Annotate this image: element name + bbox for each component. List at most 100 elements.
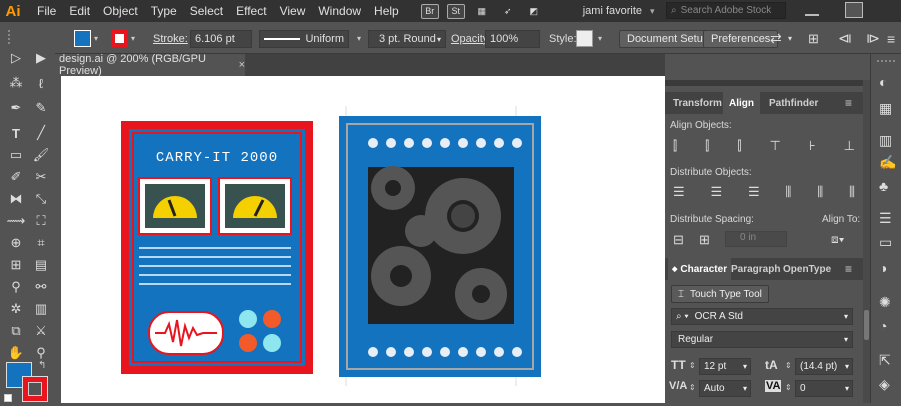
- curvature-tool-icon[interactable]: ✎: [30, 97, 52, 119]
- stroke-label[interactable]: Stroke:: [153, 30, 188, 47]
- brushes-icon[interactable]: ✍: [879, 154, 896, 171]
- gradient-tool-icon[interactable]: ▤: [30, 254, 52, 276]
- panel-menu-icon[interactable]: ≡: [887, 30, 895, 47]
- touch-type-tool-button[interactable]: ⌶ Touch Type Tool: [671, 285, 769, 303]
- selection-tool-icon[interactable]: ▷: [5, 47, 27, 69]
- swap-colors-icon[interactable]: ↰: [38, 360, 46, 371]
- tab-pathfinder[interactable]: Pathfinder: [769, 92, 818, 114]
- menu-type[interactable]: Type: [151, 4, 177, 18]
- swatches-icon[interactable]: ▥: [879, 132, 892, 149]
- dist-v-center-icon[interactable]: ☰: [710, 184, 722, 200]
- rectangle-tool-icon[interactable]: ▭: [5, 144, 27, 166]
- menu-help[interactable]: Help: [374, 4, 399, 18]
- stock-button[interactable]: St: [446, 3, 465, 19]
- direct-selection-tool-icon[interactable]: ▶: [30, 47, 52, 69]
- leading-input[interactable]: (14.4 pt) ▾: [795, 358, 853, 375]
- chevron-down-icon[interactable]: ▾: [357, 30, 361, 47]
- pen-tool-icon[interactable]: ✒: [5, 97, 27, 119]
- chevron-down-icon[interactable]: ▾: [598, 30, 602, 47]
- dist-space-h-icon[interactable]: ⊞: [699, 232, 710, 248]
- menu-file[interactable]: File: [37, 4, 56, 18]
- magic-wand-icon[interactable]: ⁂: [5, 72, 27, 94]
- type-tool-icon[interactable]: T: [5, 122, 27, 144]
- bridge-button[interactable]: Br: [420, 3, 439, 19]
- font-size-input[interactable]: 12 pt ▾: [699, 358, 751, 375]
- align-icon[interactable]: ⊞: [808, 30, 819, 47]
- column-graph-icon[interactable]: ▥: [30, 298, 52, 320]
- gear-card[interactable]: [339, 116, 541, 377]
- default-colors-icon[interactable]: [4, 394, 12, 402]
- align-bottom-icon[interactable]: ⊥: [844, 138, 855, 154]
- menu-edit[interactable]: Edit: [69, 4, 90, 18]
- artboard-canvas[interactable]: CARRY-IT 2000: [61, 76, 665, 403]
- dist-space-v-icon[interactable]: ⊟: [673, 232, 684, 248]
- stroke-icon[interactable]: ☰: [879, 210, 892, 227]
- panel-menu-icon[interactable]: ≡: [845, 92, 852, 114]
- align-to-dropdown-icon[interactable]: ⧈▾: [831, 232, 845, 247]
- chevron-down-icon[interactable]: ▾: [650, 6, 655, 17]
- menu-effect[interactable]: Effect: [236, 4, 266, 18]
- lasso-icon[interactable]: ℓ: [30, 72, 52, 94]
- restore-icon[interactable]: [845, 2, 863, 18]
- symbol-sprayer-icon[interactable]: ✲: [5, 298, 27, 320]
- dist-top-icon[interactable]: ☰: [673, 184, 685, 200]
- variable-width-profile[interactable]: Uniform: [259, 30, 349, 48]
- menu-view[interactable]: View: [280, 4, 306, 18]
- eyedropper-icon[interactable]: ⚲: [5, 276, 27, 298]
- panel-scrollbar[interactable]: [863, 80, 870, 403]
- align-left-icon[interactable]: ⫿: [673, 138, 677, 154]
- free-transform-icon[interactable]: ⛶: [30, 210, 52, 232]
- menu-object[interactable]: Object: [103, 4, 138, 18]
- chevron-down-icon[interactable]: ▾: [131, 30, 135, 47]
- width-tool-icon[interactable]: ⟿: [5, 210, 27, 232]
- color-guide-icon[interactable]: ▦: [879, 100, 892, 117]
- symbols-icon[interactable]: ♣: [879, 178, 888, 194]
- scale-tool-icon[interactable]: ⤡: [30, 188, 52, 210]
- chevron-down-icon[interactable]: ▾: [94, 30, 98, 47]
- tab-character[interactable]: ◆ Character: [668, 258, 732, 280]
- graphic-style-swatch[interactable]: [576, 30, 593, 47]
- stepper-icon[interactable]: ⇕: [785, 383, 792, 392]
- dist-left-icon[interactable]: ⫼: [785, 184, 791, 200]
- font-style-select[interactable]: Regular ▾: [671, 331, 853, 348]
- tracking-input[interactable]: 0 ▾: [795, 380, 853, 397]
- dist-bottom-icon[interactable]: ☰: [748, 184, 760, 200]
- align-center-icon[interactable]: ⧐: [866, 30, 880, 47]
- feather-icon[interactable]: ➶: [499, 4, 517, 19]
- blend-tool-icon[interactable]: ⚯: [30, 276, 52, 298]
- mesh-tool-icon[interactable]: ⊞: [5, 254, 27, 276]
- tab-opentype[interactable]: OpenType: [783, 258, 831, 280]
- gradient-icon[interactable]: ▭: [879, 234, 892, 251]
- graphic-styles-icon[interactable]: ◔: [879, 318, 887, 334]
- appearance-icon[interactable]: ✺: [879, 294, 891, 311]
- align-h-center-icon[interactable]: ⫿: [705, 138, 709, 154]
- kerning-input[interactable]: Auto ▾: [699, 380, 751, 397]
- dist-right-icon[interactable]: ⫼: [849, 184, 855, 200]
- perspective-grid-icon[interactable]: ⌗: [30, 232, 52, 254]
- align-top-icon[interactable]: ⊤: [770, 138, 781, 154]
- align-left-icon[interactable]: ⧏: [838, 30, 852, 47]
- close-tab-icon[interactable]: ×: [239, 59, 245, 71]
- stroke-weight-input[interactable]: 6.106 pt: [190, 30, 252, 48]
- export-icon[interactable]: ⇱: [879, 352, 891, 369]
- search-stock-input[interactable]: ⌕ Search Adobe Stock: [666, 2, 786, 19]
- align-right-icon[interactable]: ⫿: [737, 138, 741, 154]
- brush-definition[interactable]: 3 pt. Round ▾: [368, 30, 446, 48]
- gpu-icon[interactable]: ◩: [525, 4, 543, 19]
- opacity-input[interactable]: 100%: [485, 30, 540, 48]
- stroke-swatch[interactable]: [111, 30, 128, 47]
- workspace-switcher[interactable]: jami favorite: [583, 5, 642, 17]
- font-family-select[interactable]: ⌕ ▾ OCR A Std ▾: [671, 308, 853, 325]
- minimize-icon[interactable]: [805, 4, 819, 16]
- shaper-tool-icon[interactable]: ✐: [5, 166, 27, 188]
- preferences-button[interactable]: Preferences: [703, 30, 779, 48]
- fill-swatch[interactable]: [74, 30, 91, 47]
- transform-again-icon[interactable]: ⇄: [770, 30, 782, 47]
- chevron-down-icon[interactable]: ▾: [788, 30, 792, 47]
- stepper-icon[interactable]: ⇕: [785, 361, 792, 370]
- scissors-icon[interactable]: ✂: [30, 166, 52, 188]
- align-v-center-icon[interactable]: ⊦: [809, 138, 816, 154]
- reflect-tool-icon[interactable]: ⧓: [5, 188, 27, 210]
- carry-it-card[interactable]: CARRY-IT 2000: [121, 121, 313, 374]
- tab-transform[interactable]: Transform: [673, 92, 722, 114]
